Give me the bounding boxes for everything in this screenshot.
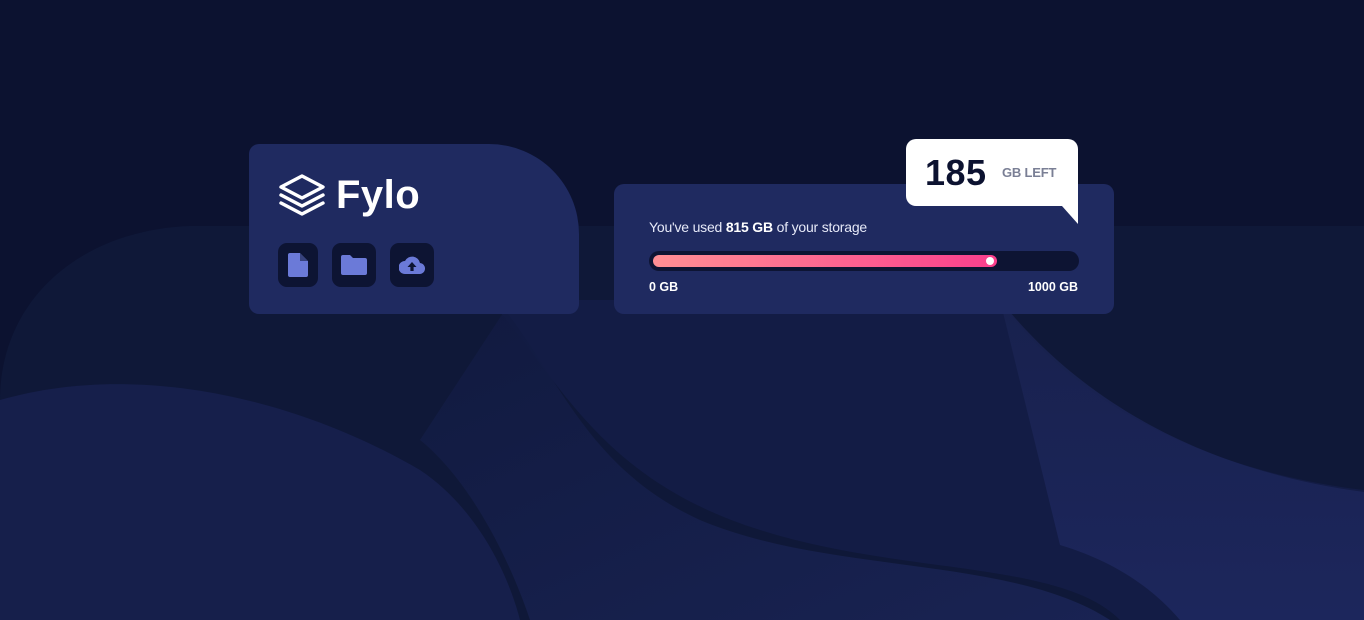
cloud-upload-icon	[399, 256, 425, 274]
storage-progress-fill	[653, 255, 997, 267]
action-buttons	[278, 243, 448, 287]
remaining-label: GB LEFT	[1002, 165, 1057, 180]
usage-amount: 815 GB	[725, 219, 773, 235]
folder-icon	[341, 255, 367, 275]
folder-button[interactable]	[332, 243, 376, 287]
usage-suffix: of your storage	[776, 219, 868, 235]
progress-knob	[986, 257, 994, 265]
remaining-value: 185	[925, 152, 987, 193]
document-button[interactable]	[278, 243, 318, 287]
scale-min-label: 0 GB	[649, 280, 679, 294]
scale-max-label: 1000 GB	[1027, 280, 1078, 294]
layers-logo-icon	[279, 174, 325, 216]
upload-button[interactable]	[390, 243, 434, 287]
brand-card: Fylo	[249, 144, 579, 314]
document-icon	[288, 253, 308, 277]
usage-prefix: You've used	[649, 219, 723, 235]
usage-summary: You've used 815 GB of your storage	[649, 219, 867, 235]
logo: Fylo	[278, 174, 420, 216]
storage-progress-bar	[649, 251, 1079, 271]
brand-name: Fylo	[336, 173, 421, 217]
remaining-callout: 185 GB LEFT	[906, 139, 1078, 206]
callout-tail	[1062, 206, 1078, 224]
